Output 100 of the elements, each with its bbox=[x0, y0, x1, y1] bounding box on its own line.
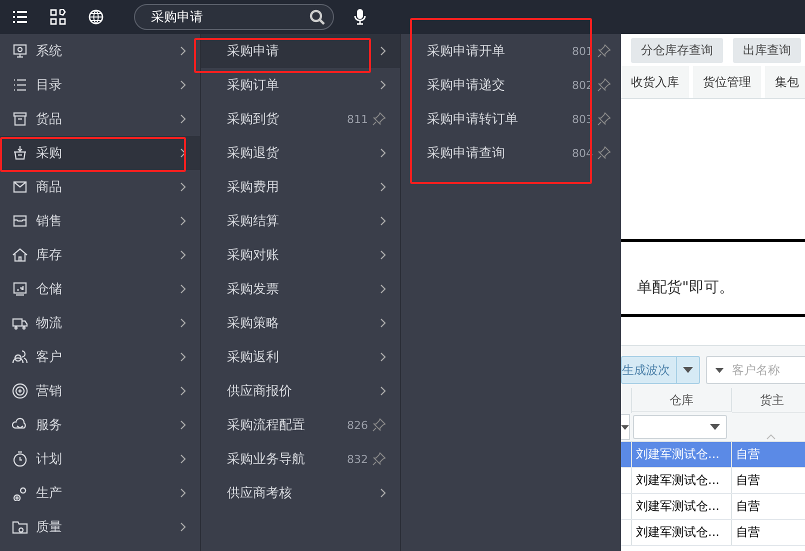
chevron-icon bbox=[180, 522, 186, 532]
chevron-icon bbox=[380, 148, 386, 158]
chevron-icon bbox=[180, 250, 186, 260]
submenu-item[interactable]: 采购发票 bbox=[201, 272, 400, 306]
submenu-item[interactable]: 采购申请开单 801 bbox=[401, 34, 621, 68]
menu-item[interactable]: 质量 bbox=[0, 510, 200, 544]
table-cell-text: 自营 bbox=[735, 524, 761, 541]
chevron-icon bbox=[180, 488, 186, 498]
menu-item[interactable]: 计划 bbox=[0, 442, 200, 476]
list-icon bbox=[12, 77, 28, 93]
chevron-icon bbox=[180, 454, 186, 464]
menu-label: 采购发票 bbox=[227, 281, 280, 298]
item-code: 801 bbox=[572, 44, 593, 58]
menu-label: 计划 bbox=[36, 451, 63, 468]
menu-icon[interactable] bbox=[12, 9, 28, 25]
chevron-icon bbox=[180, 182, 186, 192]
pin-icon[interactable] bbox=[372, 112, 386, 126]
menu-item[interactable]: 商品 bbox=[0, 170, 200, 204]
basket-icon bbox=[12, 145, 28, 161]
table-cell-text: 自营 bbox=[735, 446, 761, 463]
caret-icon bbox=[715, 368, 724, 372]
menu-item[interactable]: 系统 bbox=[0, 34, 200, 68]
page-tab[interactable]: 集包 bbox=[765, 66, 805, 98]
submenu-item[interactable]: 采购结算 bbox=[201, 204, 400, 238]
submenu-item[interactable]: 采购对账 bbox=[201, 238, 400, 272]
table-row[interactable]: 刘建军测试仓... 自营 bbox=[621, 494, 805, 520]
item-code: 826 bbox=[347, 418, 368, 432]
submenu-item[interactable]: 采购返利 bbox=[201, 340, 400, 374]
timer-icon bbox=[12, 451, 28, 467]
chart-screen-icon bbox=[12, 281, 28, 297]
grid-icon[interactable] bbox=[50, 9, 66, 25]
menu-item[interactable]: 物流 bbox=[0, 306, 200, 340]
menu-label: 商品 bbox=[36, 179, 63, 196]
submenu-item[interactable]: 采购费用 bbox=[201, 170, 400, 204]
table-row[interactable]: 刘建军测试仓... 自营 bbox=[621, 468, 805, 494]
note-text: 单配货"即可。 bbox=[636, 277, 735, 298]
table-row[interactable]: 刘建军测试仓... 自营 bbox=[621, 520, 805, 546]
menu-item[interactable]: 货品 bbox=[0, 102, 200, 136]
menu-label: 质量 bbox=[36, 519, 63, 536]
chevron-icon bbox=[380, 250, 386, 260]
folder-icon bbox=[12, 519, 28, 535]
menu-item[interactable]: 仓储 bbox=[0, 272, 200, 306]
pin-icon[interactable] bbox=[372, 452, 386, 466]
page-tab[interactable]: 出库查询 bbox=[733, 38, 801, 62]
column-header[interactable]: 仓库 bbox=[632, 388, 732, 412]
submenu-item[interactable]: 采购业务导航 832 bbox=[201, 442, 400, 476]
menu-label: 采购返利 bbox=[227, 349, 280, 366]
chevron-icon bbox=[180, 386, 186, 396]
submenu-item[interactable]: 采购退货 bbox=[201, 136, 400, 170]
submenu-item[interactable]: 供应商考核 bbox=[201, 476, 400, 510]
menu-item[interactable]: 销售 bbox=[0, 204, 200, 238]
pin-icon[interactable] bbox=[372, 418, 386, 432]
table-cell: 刘建军测试仓... bbox=[632, 442, 732, 467]
item-code: 811 bbox=[347, 112, 368, 126]
item-code: 832 bbox=[347, 452, 368, 466]
chevron-icon bbox=[180, 352, 186, 362]
menu-label: 采购流程配置 bbox=[227, 417, 306, 434]
pin-icon[interactable] bbox=[597, 78, 611, 92]
submenu-item[interactable]: 采购订单 bbox=[201, 68, 400, 102]
chevron-icon bbox=[180, 420, 186, 430]
sort-caret-icon[interactable] bbox=[766, 434, 776, 440]
target-icon bbox=[12, 383, 28, 399]
menu-item[interactable]: 库存 bbox=[0, 238, 200, 272]
submenu-item[interactable]: 采购策略 bbox=[201, 306, 400, 340]
chevron-icon bbox=[380, 386, 386, 396]
menu-item[interactable]: 营销 bbox=[0, 374, 200, 408]
search-field[interactable]: 采购申请 bbox=[134, 4, 334, 30]
menu-label: 库存 bbox=[36, 247, 63, 264]
menu-item[interactable]: 服务 bbox=[0, 408, 200, 442]
menu-item[interactable]: 生产 bbox=[0, 476, 200, 510]
menu-item[interactable]: 客户 bbox=[0, 340, 200, 374]
pin-icon[interactable] bbox=[597, 146, 611, 160]
page-tab[interactable]: 收货入库 bbox=[621, 66, 689, 98]
box-icon bbox=[12, 111, 28, 127]
chevron-icon bbox=[180, 80, 186, 90]
search-icon[interactable] bbox=[309, 9, 325, 25]
chevron-icon bbox=[380, 216, 386, 226]
globe-icon[interactable] bbox=[88, 9, 104, 25]
page-tab[interactable]: 分仓库存查询 bbox=[631, 38, 723, 62]
menu-label: 生产 bbox=[36, 485, 63, 502]
filter-select[interactable] bbox=[621, 414, 630, 440]
menu-label: 采购退货 bbox=[227, 145, 280, 162]
pin-icon[interactable] bbox=[597, 44, 611, 58]
menu-label: 采购费用 bbox=[227, 179, 280, 196]
submenu-item[interactable]: 采购到货 811 bbox=[201, 102, 400, 136]
monitor-icon bbox=[12, 43, 28, 59]
submenu-item[interactable]: 供应商报价 bbox=[201, 374, 400, 408]
menu-label: 采购到货 bbox=[227, 111, 280, 128]
microphone-icon[interactable] bbox=[354, 9, 366, 25]
submenu-item[interactable]: 采购申请 bbox=[201, 34, 400, 68]
submenu-item[interactable]: 采购流程配置 826 bbox=[201, 408, 400, 442]
pin-icon[interactable] bbox=[597, 112, 611, 126]
menu-label: 供应商考核 bbox=[227, 485, 293, 502]
chevron-icon bbox=[380, 352, 386, 362]
menu-label: 采购订单 bbox=[227, 77, 280, 94]
tray-icon bbox=[12, 213, 28, 229]
menu-item[interactable]: 采购 bbox=[0, 136, 200, 170]
menu-item[interactable]: 目录 bbox=[0, 68, 200, 102]
page-tab[interactable]: 货位管理 bbox=[693, 66, 761, 98]
column-header[interactable]: 货主 bbox=[732, 388, 805, 413]
